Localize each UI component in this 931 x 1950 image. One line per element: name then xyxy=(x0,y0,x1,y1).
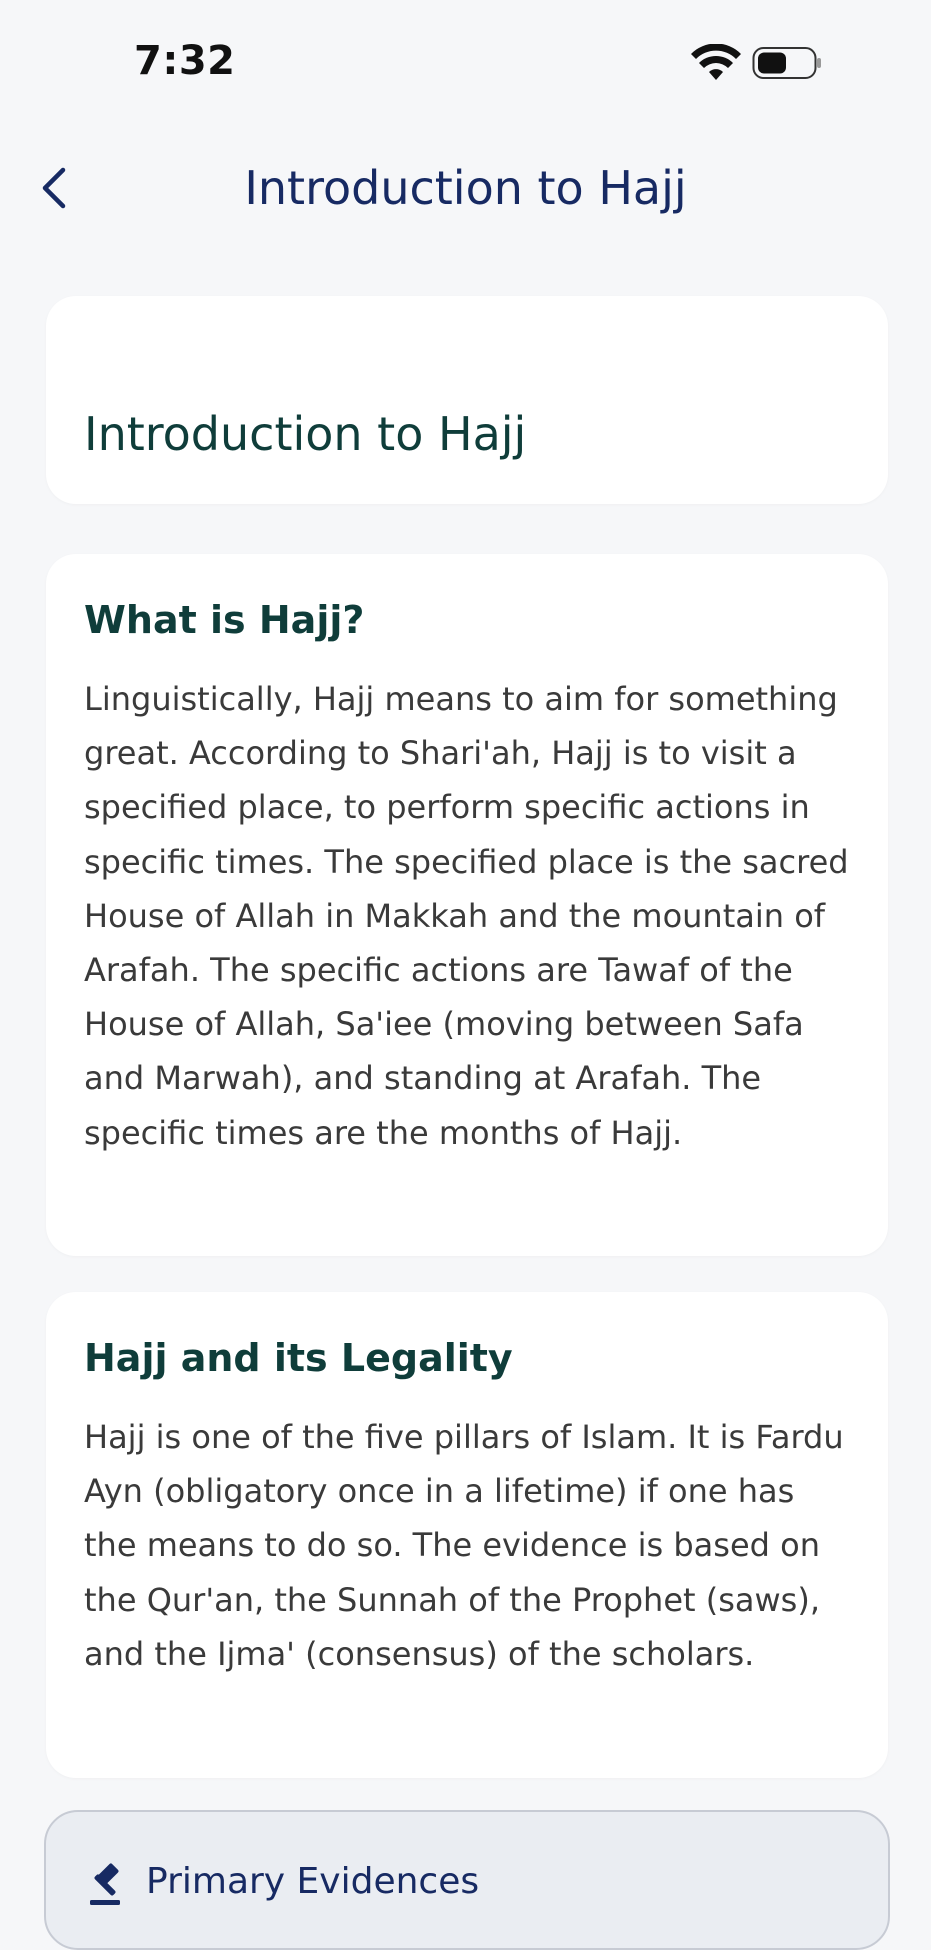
status-bar: 7:32 xyxy=(0,0,931,120)
primary-evidences-button[interactable]: Primary Evidences xyxy=(44,1810,890,1950)
primary-evidences-label: Primary Evidences xyxy=(146,1861,480,1902)
title-card: Introduction to Hajj xyxy=(46,296,888,504)
section-body: Linguistically, Hajj means to aim for so… xyxy=(84,680,849,1152)
wifi-icon xyxy=(691,44,741,80)
lesson-title: Introduction to Hajj xyxy=(84,407,527,461)
header: Introduction to Hajj xyxy=(0,150,931,230)
gavel-icon xyxy=(90,1863,120,1905)
status-time: 7:32 xyxy=(134,38,236,84)
section-heading: Hajj and its Legality xyxy=(84,1336,513,1380)
section-card-what-is-hajj: What is Hajj? Linguistically, Hajj means… xyxy=(46,554,888,1256)
section-body: Hajj is one of the five pillars of Islam… xyxy=(84,1418,844,1673)
section-card-hajj-legality: Hajj and its Legality Hajj is one of the… xyxy=(46,1292,888,1778)
page-title: Introduction to Hajj xyxy=(244,161,687,215)
section-heading: What is Hajj? xyxy=(84,598,365,642)
battery-icon xyxy=(752,47,821,79)
